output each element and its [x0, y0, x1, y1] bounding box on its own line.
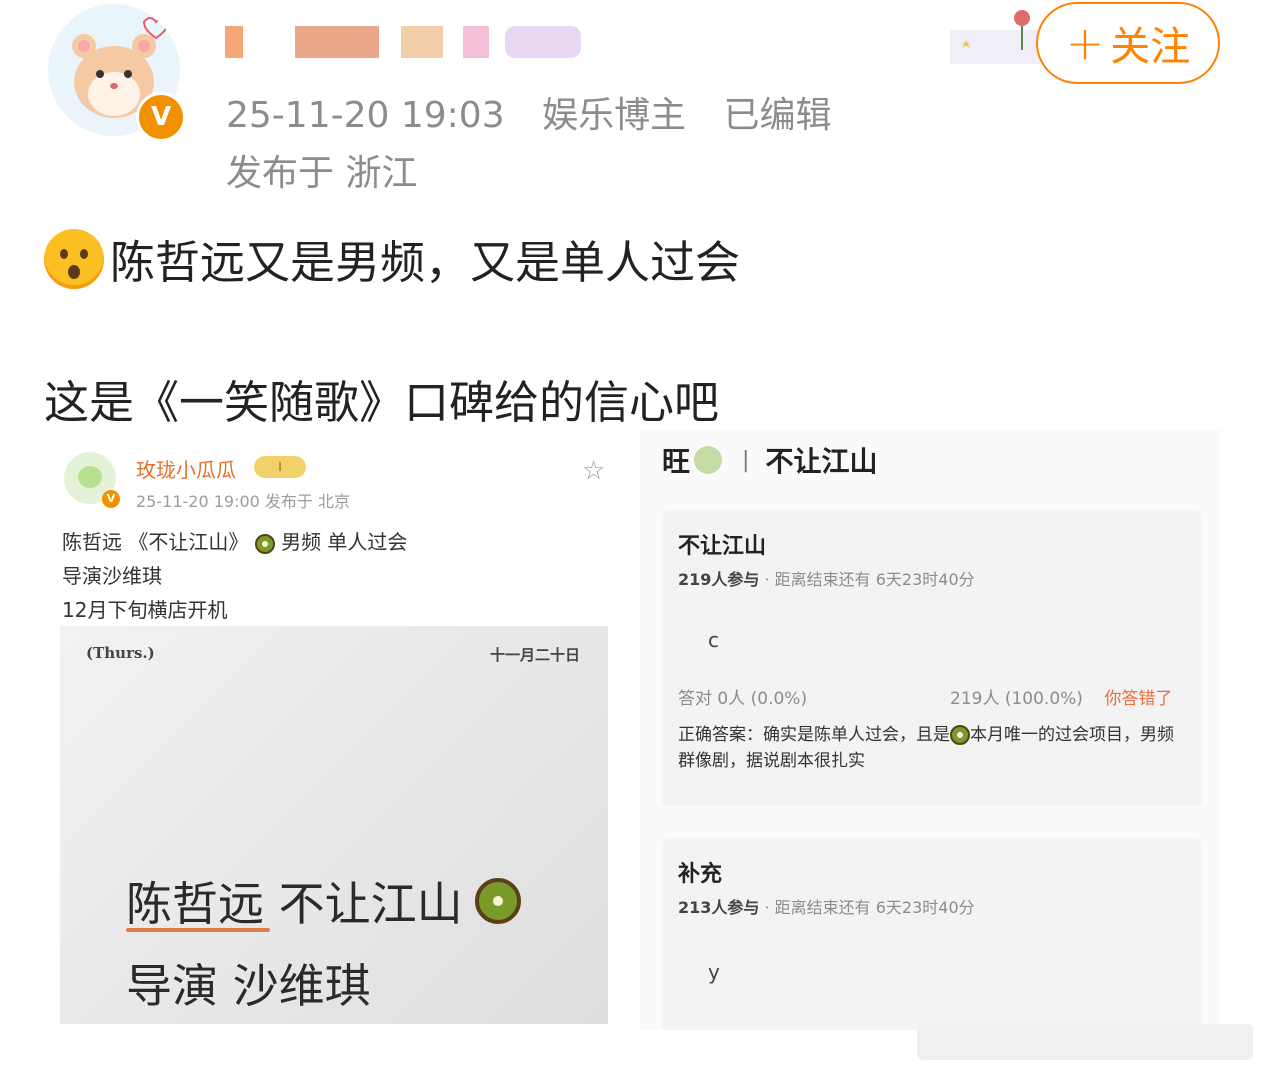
- wrong-count: 219人 (100.0%): [950, 689, 1083, 709]
- mini-text-line1: 陈哲远 《不让江山》 男频 单人过会: [62, 526, 407, 555]
- post-text-line1-content: 陈哲远又是男频，又是单人过会: [110, 236, 741, 289]
- mini-text-line2: 导演沙维琪: [62, 564, 162, 588]
- poll-card-2[interactable]: 补充 213人参与 · 距离结束还有 6天23时40分 y: [662, 838, 1202, 1030]
- star-icon: ☆: [582, 456, 606, 486]
- poster-title-text: 陈哲远 不让江山: [126, 877, 463, 931]
- poll-participants: 213人参与: [678, 898, 760, 917]
- image-strip-scrollbar[interactable]: [917, 1024, 1253, 1060]
- poll-deadline: · 距离结束还有 6天23时40分: [759, 570, 975, 589]
- username-blurred[interactable]: [225, 18, 585, 64]
- group-name: 旺: [662, 445, 691, 478]
- poll-deadline: · 距离结束还有 6天23时40分: [759, 898, 975, 917]
- post-location: 发布于 浙江: [226, 153, 418, 194]
- correct-count: 答对 0人 (0.0%): [678, 689, 808, 709]
- mini-username: 玫珑小瓜瓜: [136, 458, 236, 482]
- mini-meta: 25-11-20 19:00 发布于 北京: [136, 492, 350, 511]
- kiwi-icon: [254, 533, 275, 554]
- poster-director: 导演 沙维琪: [126, 959, 371, 1013]
- embedded-screenshot-left[interactable]: V 玫珑小瓜瓜 I 25-11-20 19:00 发布于 北京 ☆ 陈哲远 《不…: [58, 446, 618, 1026]
- poster-day: (Thurs.): [86, 644, 155, 662]
- verified-badge-icon: V: [136, 92, 186, 142]
- poster-title: 陈哲远 不让江山: [126, 868, 521, 934]
- mini-text-line1-a: 陈哲远 《不让江山》: [62, 530, 249, 554]
- poster-underline: [126, 928, 270, 932]
- kiwi-icon: [950, 725, 970, 745]
- poll-meta: 219人参与 · 距离结束还有 6天23时40分: [678, 566, 975, 590]
- follow-button[interactable]: + 关注: [1036, 2, 1220, 84]
- post-text-line2: 这是《一笑随歌》口碑给的信心吧: [44, 376, 720, 429]
- group-header: 旺 | 不让江山: [662, 440, 877, 480]
- mini-text-line1-b: 男频 单人过会: [281, 530, 408, 554]
- mini-text-line3: 12月下旬横店开机: [62, 598, 228, 622]
- astonished-face-icon: [44, 228, 104, 289]
- poll-title: 补充: [678, 862, 723, 887]
- poll-option[interactable]: c: [708, 628, 719, 652]
- embedded-screenshot-right[interactable]: 旺 | 不让江山 不让江山 219人参与 · 距离结束还有 6天23时40分 c…: [640, 430, 1220, 1030]
- decoration-sticker-icon: [950, 10, 1040, 64]
- poll-stats: 答对 0人 (0.0%) 219人 (100.0%) 你答错了: [678, 684, 1188, 709]
- poll-participants: 219人参与: [678, 570, 760, 589]
- poll-answer-a: 正确答案：确实是陈单人过会，且是: [678, 725, 950, 745]
- poll-meta: 213人参与 · 距离结束还有 6天23时40分: [678, 894, 975, 918]
- post-meta: 25-11-20 19:03 娱乐博主 已编辑: [226, 86, 858, 138]
- edited-label[interactable]: 已编辑: [724, 95, 832, 136]
- header-divider: |: [742, 447, 750, 473]
- poll-answer: 正确答案：确实是陈单人过会，且是 本月唯一的过会项目，男频群像剧，据说剧本很扎实: [678, 722, 1178, 774]
- author-role: 娱乐博主: [542, 95, 687, 136]
- follow-label: 关注: [1110, 24, 1191, 70]
- group-topic: 不让江山: [765, 445, 878, 478]
- plus-icon: +: [1065, 16, 1105, 70]
- poll-option[interactable]: y: [708, 960, 720, 984]
- crown-level-icon: I: [254, 456, 306, 478]
- poll-card-1[interactable]: 不让江山 219人参与 · 距离结束还有 6天23时40分 c 答对 0人 (0…: [662, 510, 1202, 806]
- poster-image: (Thurs.) 十一月二十日 陈哲远 不让江山 导演 沙维琪: [60, 626, 608, 1024]
- melon-icon: [694, 446, 723, 474]
- post-timestamp: 25-11-20 19:03: [226, 95, 505, 136]
- poster-date: 十一月二十日: [489, 646, 580, 664]
- mini-verified-icon: V: [102, 490, 120, 508]
- poll-title: 不让江山: [678, 534, 767, 559]
- wrong-label: 你答错了: [1104, 689, 1173, 709]
- post-text-line1: 陈哲远又是男频，又是单人过会: [44, 226, 740, 291]
- kiwi-icon: [474, 878, 521, 924]
